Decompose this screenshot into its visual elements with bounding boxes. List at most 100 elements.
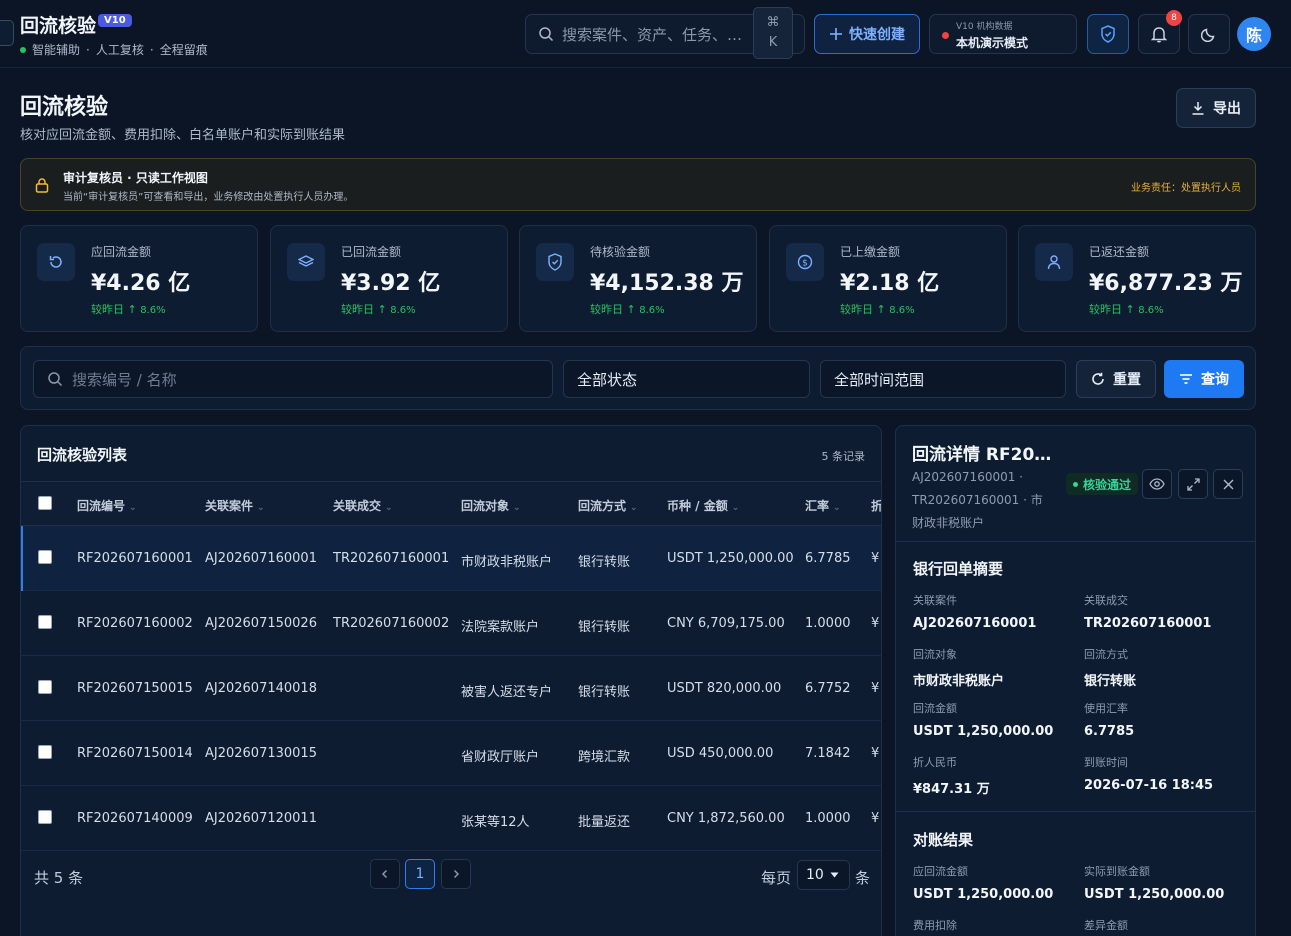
cell-id: RF202607160002 <box>77 616 193 631</box>
cell-target: 张某等12人 <box>461 815 530 830</box>
column-header-rate[interactable]: 汇率 ⌄ <box>805 497 841 514</box>
column-header-case[interactable]: 关联案件 ⌄ <box>205 497 265 514</box>
theme-toggle-button[interactable] <box>1188 14 1230 54</box>
row-checkbox[interactable] <box>38 810 52 824</box>
app-subtitle: 智能辅助 · 人工复核 · 全程留痕 <box>20 41 208 58</box>
stat-value: ¥4.26 亿 <box>91 271 191 296</box>
column-header-method[interactable]: 回流方式 ⌄ <box>578 497 638 514</box>
field-label: 费用扣除 <box>913 919 957 932</box>
user-avatar[interactable]: 陈 <box>1237 17 1271 51</box>
security-button[interactable] <box>1087 14 1129 54</box>
notice-description: 当前“审计复核员”可查看和导出，业务修改由处置执行人员办理。 <box>63 192 354 203</box>
field-label: 到账时间 <box>1084 756 1128 769</box>
cell-id: RF202607160001 <box>77 551 193 566</box>
detail-meta-deal: TR202607160001 · 市 <box>912 493 1043 507</box>
row-checkbox[interactable] <box>38 615 52 629</box>
query-label: 查询 <box>1201 372 1229 388</box>
cell-cny: ¥ <box>871 681 880 696</box>
field-label: 关联案件 <box>913 594 957 607</box>
shield-check-icon <box>536 243 574 281</box>
rotate-icon <box>37 243 75 281</box>
column-header-id[interactable]: 回流编号 ⌄ <box>77 497 137 514</box>
chevron-left-icon <box>381 869 388 879</box>
sort-chevron-icon: ⌄ <box>731 503 740 513</box>
stat-value: ¥6,877.23 万 <box>1089 271 1243 296</box>
table-row[interactable]: RF202607160002 AJ202607150026 TR20260716… <box>21 591 881 656</box>
subtitle-item: 人工复核 <box>95 43 144 57</box>
field-label: 应回流金额 <box>913 865 968 878</box>
sort-chevron-icon: ⌄ <box>129 503 137 513</box>
row-checkbox[interactable] <box>38 745 52 759</box>
list-search-input[interactable]: 搜索编号 / 名称 <box>33 360 553 398</box>
column-header-deal[interactable]: 关联成交 ⌄ <box>333 497 393 514</box>
stat-value: ¥4,152.38 万 <box>590 271 744 296</box>
stat-label: 已上缴金额 <box>840 245 901 259</box>
table-row[interactable]: RF202607160001 AJ202607160001 TR20260716… <box>21 526 881 591</box>
stat-change: 较昨日 ↑ 8.6% <box>341 301 416 317</box>
subtitle-item: 全程留痕 <box>159 43 208 57</box>
app-logo-icon[interactable] <box>0 20 14 46</box>
column-header-amount[interactable]: 币种 / 金额 ⌄ <box>667 497 739 514</box>
page-button-current[interactable]: 1 <box>405 859 435 889</box>
per-page-select[interactable]: 10 <box>797 860 850 890</box>
plus-icon <box>830 28 842 40</box>
cell-rate: 1.0000 <box>805 811 851 826</box>
expand-icon <box>1186 477 1200 491</box>
detail-meta-target: 财政非税账户 <box>912 516 985 530</box>
reset-button[interactable]: 重置 <box>1076 360 1156 398</box>
cell-cny: ¥ <box>871 616 880 631</box>
row-checkbox[interactable] <box>38 550 52 564</box>
close-icon <box>1223 479 1233 489</box>
user-icon <box>1035 243 1073 281</box>
page-description: 核对应回流金额、费用扣除、白名单账户和实际到账结果 <box>20 128 346 143</box>
search-icon <box>539 27 554 42</box>
column-header-target[interactable]: 回流对象 ⌄ <box>461 497 521 514</box>
stat-value: ¥2.18 亿 <box>840 271 940 296</box>
detail-meta: AJ202607160001 · TR202607160001 · 市 财政非税… <box>912 466 1052 535</box>
stat-change-prefix: 较昨日 ↑ <box>590 303 636 316</box>
sort-chevron-icon: ⌄ <box>833 503 841 513</box>
row-checkbox[interactable] <box>38 680 52 694</box>
stat-change-prefix: 较昨日 ↑ <box>840 303 886 316</box>
status-select[interactable]: 全部状态 <box>563 360 810 398</box>
cell-case: AJ202607130015 <box>205 746 317 761</box>
online-dot-icon <box>20 46 26 53</box>
query-button[interactable]: 查询 <box>1164 360 1244 398</box>
coin-icon: $ <box>786 243 824 281</box>
bell-icon <box>1151 27 1167 43</box>
divider <box>896 811 1255 812</box>
expand-button[interactable] <box>1178 469 1208 499</box>
shield-icon <box>1101 25 1115 43</box>
table-row[interactable]: RF202607140009 AJ202607120011 张某等12人 批量返… <box>21 786 881 851</box>
status-badge: 核验通过 <box>1066 473 1139 495</box>
filter-icon <box>1180 374 1192 384</box>
close-button[interactable] <box>1213 469 1243 499</box>
stat-change-pct: 8.6% <box>140 305 166 316</box>
org-switcher[interactable]: V10 机构数据 本机演示模式 <box>929 14 1077 54</box>
preview-button[interactable] <box>1142 469 1172 499</box>
table-row[interactable]: RF202607150014 AJ202607130015 省财政厅账户 跨境汇… <box>21 721 881 786</box>
detail-title: 回流详情 RF20… <box>912 445 1052 465</box>
sort-chevron-icon: ⌄ <box>513 503 521 513</box>
next-page-button[interactable] <box>441 859 471 889</box>
cell-cny: ¥ <box>871 551 880 566</box>
status-dot-icon <box>942 32 949 39</box>
cell-target: 被害人返还专户 <box>461 685 553 700</box>
subtitle-item: 智能辅助 <box>32 43 81 57</box>
table-row[interactable]: RF202607150015 AJ202607140018 被害人返还专户 银行… <box>21 656 881 721</box>
export-button[interactable]: 导出 <box>1176 88 1256 128</box>
column-header-cny[interactable]: 折 <box>871 497 881 514</box>
notification-count-badge: 8 <box>1166 10 1182 26</box>
time-range-select[interactable]: 全部时间范围 <box>820 360 1066 398</box>
field-value: 6.7785 <box>1084 724 1135 739</box>
section-title-reconciliation: 对账结果 <box>913 831 974 849</box>
field-value: AJ202607160001 <box>913 616 1037 631</box>
role-notice-banner: 审计复核员 · 只读工作视图 当前“审计复核员”可查看和导出，业务修改由处置执行… <box>20 158 1256 211</box>
cell-amount: USDT 1,250,000.00 <box>667 551 794 566</box>
prev-page-button[interactable] <box>370 859 400 889</box>
status-select-value: 全部状态 <box>577 370 638 389</box>
select-all-checkbox[interactable] <box>38 496 52 510</box>
cell-case: AJ202607120011 <box>205 811 317 826</box>
cell-rate: 7.1842 <box>805 746 851 761</box>
quick-create-button[interactable]: 快速创建 <box>814 14 920 54</box>
